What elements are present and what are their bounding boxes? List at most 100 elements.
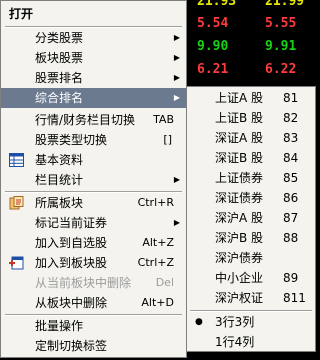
submenu-item-label: 上证B 股: [215, 111, 264, 125]
shortcut-label: []: [163, 133, 172, 146]
submenu-arrow-icon: ▶: [173, 73, 180, 82]
quote-row: 21.93 21.99: [185, 0, 320, 16]
layout-option-3x3[interactable]: ● 3行3列: [187, 312, 315, 332]
menu-item-belonging-sector[interactable]: 所属板块 Ctrl+R: [1, 193, 186, 213]
menu-item-basic-info[interactable]: 基本资料: [1, 150, 186, 170]
quote-row: 6.21 6.22: [185, 62, 320, 84]
menu-item-composite-ranking[interactable]: 综合排名 ▶: [1, 88, 186, 108]
quote-cell: 6.21: [197, 62, 229, 77]
menu-item-add-to-sector[interactable]: 加入到板块股 Ctrl+Z: [1, 253, 186, 273]
submenu-item-label: 上证A 股: [215, 91, 264, 105]
menu-item-label: 加入到板块股: [35, 256, 108, 270]
submenu-item[interactable]: 上证A 股 81: [187, 88, 315, 108]
menu-item-label: 股票排名: [35, 71, 84, 85]
submenu-item-code: 86: [283, 191, 299, 205]
submenu-item-label: 深沪债券: [215, 251, 264, 265]
submenu-item-code: 87: [283, 211, 299, 225]
submenu-item-code: 88: [283, 231, 299, 245]
submenu-item[interactable]: 上证债券 85: [187, 168, 315, 188]
menu-item-batch-ops[interactable]: 批量操作: [1, 316, 186, 336]
shortcut-label: Alt+Z: [142, 236, 174, 249]
submenu-item-label: 中小企业: [215, 271, 264, 285]
sector-icon: [9, 196, 24, 210]
shortcut-label: Del: [155, 276, 174, 289]
submenu-arrow-icon: ▶: [173, 175, 180, 184]
quote-cell: 6.22: [265, 62, 297, 77]
menu-item-stock-type-switch[interactable]: 股票类型切换 []: [1, 130, 186, 150]
submenu-item-label: 1行4列: [215, 335, 255, 349]
menu-item-sector-stocks[interactable]: 板块股票 ▶: [1, 48, 186, 68]
submenu-arrow-icon: ▶: [173, 33, 180, 42]
menu-item-delete-from-sector[interactable]: 从板块中删除 Alt+D: [1, 293, 186, 313]
menu-item-custom-tabs[interactable]: 定制切换标签: [1, 336, 186, 356]
submenu-item-label: 深沪权证: [215, 291, 264, 305]
submenu-item-code: 82: [283, 111, 299, 125]
submenu-item-code: 81: [283, 91, 299, 105]
submenu-item-label: 深证债券: [215, 191, 264, 205]
menu-item-label: 栏目统计: [35, 173, 84, 187]
quote-row: 9.90 9.91: [185, 39, 320, 61]
menu-item-mark-security[interactable]: 标记当前证券 ▶: [1, 213, 186, 233]
context-menu: 打开 分类股票 ▶ 板块股票 ▶ 股票排名 ▶ 综合排名 ▶ 行情/财务栏目切换…: [0, 0, 187, 358]
submenu-item-label: 深证A 股: [215, 131, 264, 145]
menu-item-add-to-watchlist[interactable]: 加入到自选股 Alt+Z: [1, 233, 186, 253]
submenu-item[interactable]: 上证B 股 82: [187, 108, 315, 128]
shortcut-label: TAB: [153, 113, 174, 126]
quote-cell: 21.93: [197, 0, 237, 9]
shortcut-label: Ctrl+Z: [137, 256, 174, 269]
menu-item-label: 从板块中删除: [35, 296, 108, 310]
submenu-item[interactable]: 深证债券 86: [187, 188, 315, 208]
menu-item-column-stats[interactable]: 栏目统计 ▶: [1, 170, 186, 190]
submenu-item[interactable]: 中小企业 89: [187, 268, 315, 288]
menu-item-quote-finance-switch[interactable]: 行情/财务栏目切换 TAB: [1, 110, 186, 130]
submenu-item-label: 深证B 股: [215, 151, 264, 165]
selected-bullet-icon: ●: [195, 317, 203, 327]
quote-row: 5.54 5.55: [185, 16, 320, 38]
quote-cell: 5.54: [197, 16, 229, 31]
add-to-sector-icon: [9, 256, 24, 270]
menu-item-label: 所属板块: [35, 196, 84, 210]
menu-item-label: 定制切换标签: [35, 339, 108, 353]
submenu-item[interactable]: 深沪权证 811: [187, 288, 315, 308]
table-icon: [9, 153, 24, 167]
submenu-item-label: 3行3列: [215, 315, 255, 329]
submenu-item-label: 深沪B 股: [215, 231, 264, 245]
submenu-item[interactable]: 深沪A 股 87: [187, 208, 315, 228]
menu-item-label: 分类股票: [35, 31, 84, 45]
menu-item-label: 基本资料: [35, 153, 84, 167]
submenu-arrow-icon: ▶: [173, 93, 180, 102]
menu-item-delete-from-current[interactable]: 从当前板块中删除 Del: [1, 273, 186, 293]
menu-item-label: 板块股票: [35, 51, 84, 65]
shortcut-label: Alt+D: [141, 296, 174, 309]
menu-item-category-stocks[interactable]: 分类股票 ▶: [1, 28, 186, 48]
submenu-item-code: 811: [283, 291, 306, 305]
menu-item-label: 批量操作: [35, 319, 84, 333]
submenu-item-label: 深沪A 股: [215, 211, 264, 225]
menu-item-label: 综合排名: [35, 91, 84, 105]
quote-cell: 21.99: [265, 0, 305, 9]
menu-item-label: 从当前板块中删除: [35, 276, 132, 290]
submenu-item-code: 83: [283, 131, 299, 145]
menu-item-label: 股票类型切换: [35, 133, 108, 147]
layout-option-1x4[interactable]: 1行4列: [187, 332, 315, 352]
submenu-item[interactable]: 深沪B 股 88: [187, 228, 315, 248]
quote-cell: 9.90: [197, 39, 229, 54]
menu-item-label: 加入到自选股: [35, 236, 108, 250]
quote-cell: 9.91: [265, 39, 297, 54]
submenu-arrow-icon: ▶: [173, 53, 180, 62]
submenu-item[interactable]: 深证A 股 83: [187, 128, 315, 148]
menu-item-open[interactable]: 打开: [1, 4, 186, 24]
submenu-item[interactable]: 深沪债券: [187, 248, 315, 268]
quote-cell: 5.55: [265, 16, 297, 31]
menu-item-label: 打开: [9, 7, 34, 21]
submenu-item-code: 89: [283, 271, 299, 285]
submenu-item[interactable]: 深证B 股 84: [187, 148, 315, 168]
submenu-item-code: 85: [283, 171, 299, 185]
menu-item-stock-ranking[interactable]: 股票排名 ▶: [1, 68, 186, 88]
menu-item-label: 标记当前证券: [35, 216, 108, 230]
composite-ranking-submenu: 上证A 股 81 上证B 股 82 深证A 股 83 深证B 股 84 上证债券…: [186, 86, 316, 352]
shortcut-label: Ctrl+R: [137, 196, 174, 209]
submenu-arrow-icon: ▶: [173, 218, 180, 227]
menu-item-label: 行情/财务栏目切换: [35, 113, 136, 127]
submenu-item-label: 上证债券: [215, 171, 264, 185]
